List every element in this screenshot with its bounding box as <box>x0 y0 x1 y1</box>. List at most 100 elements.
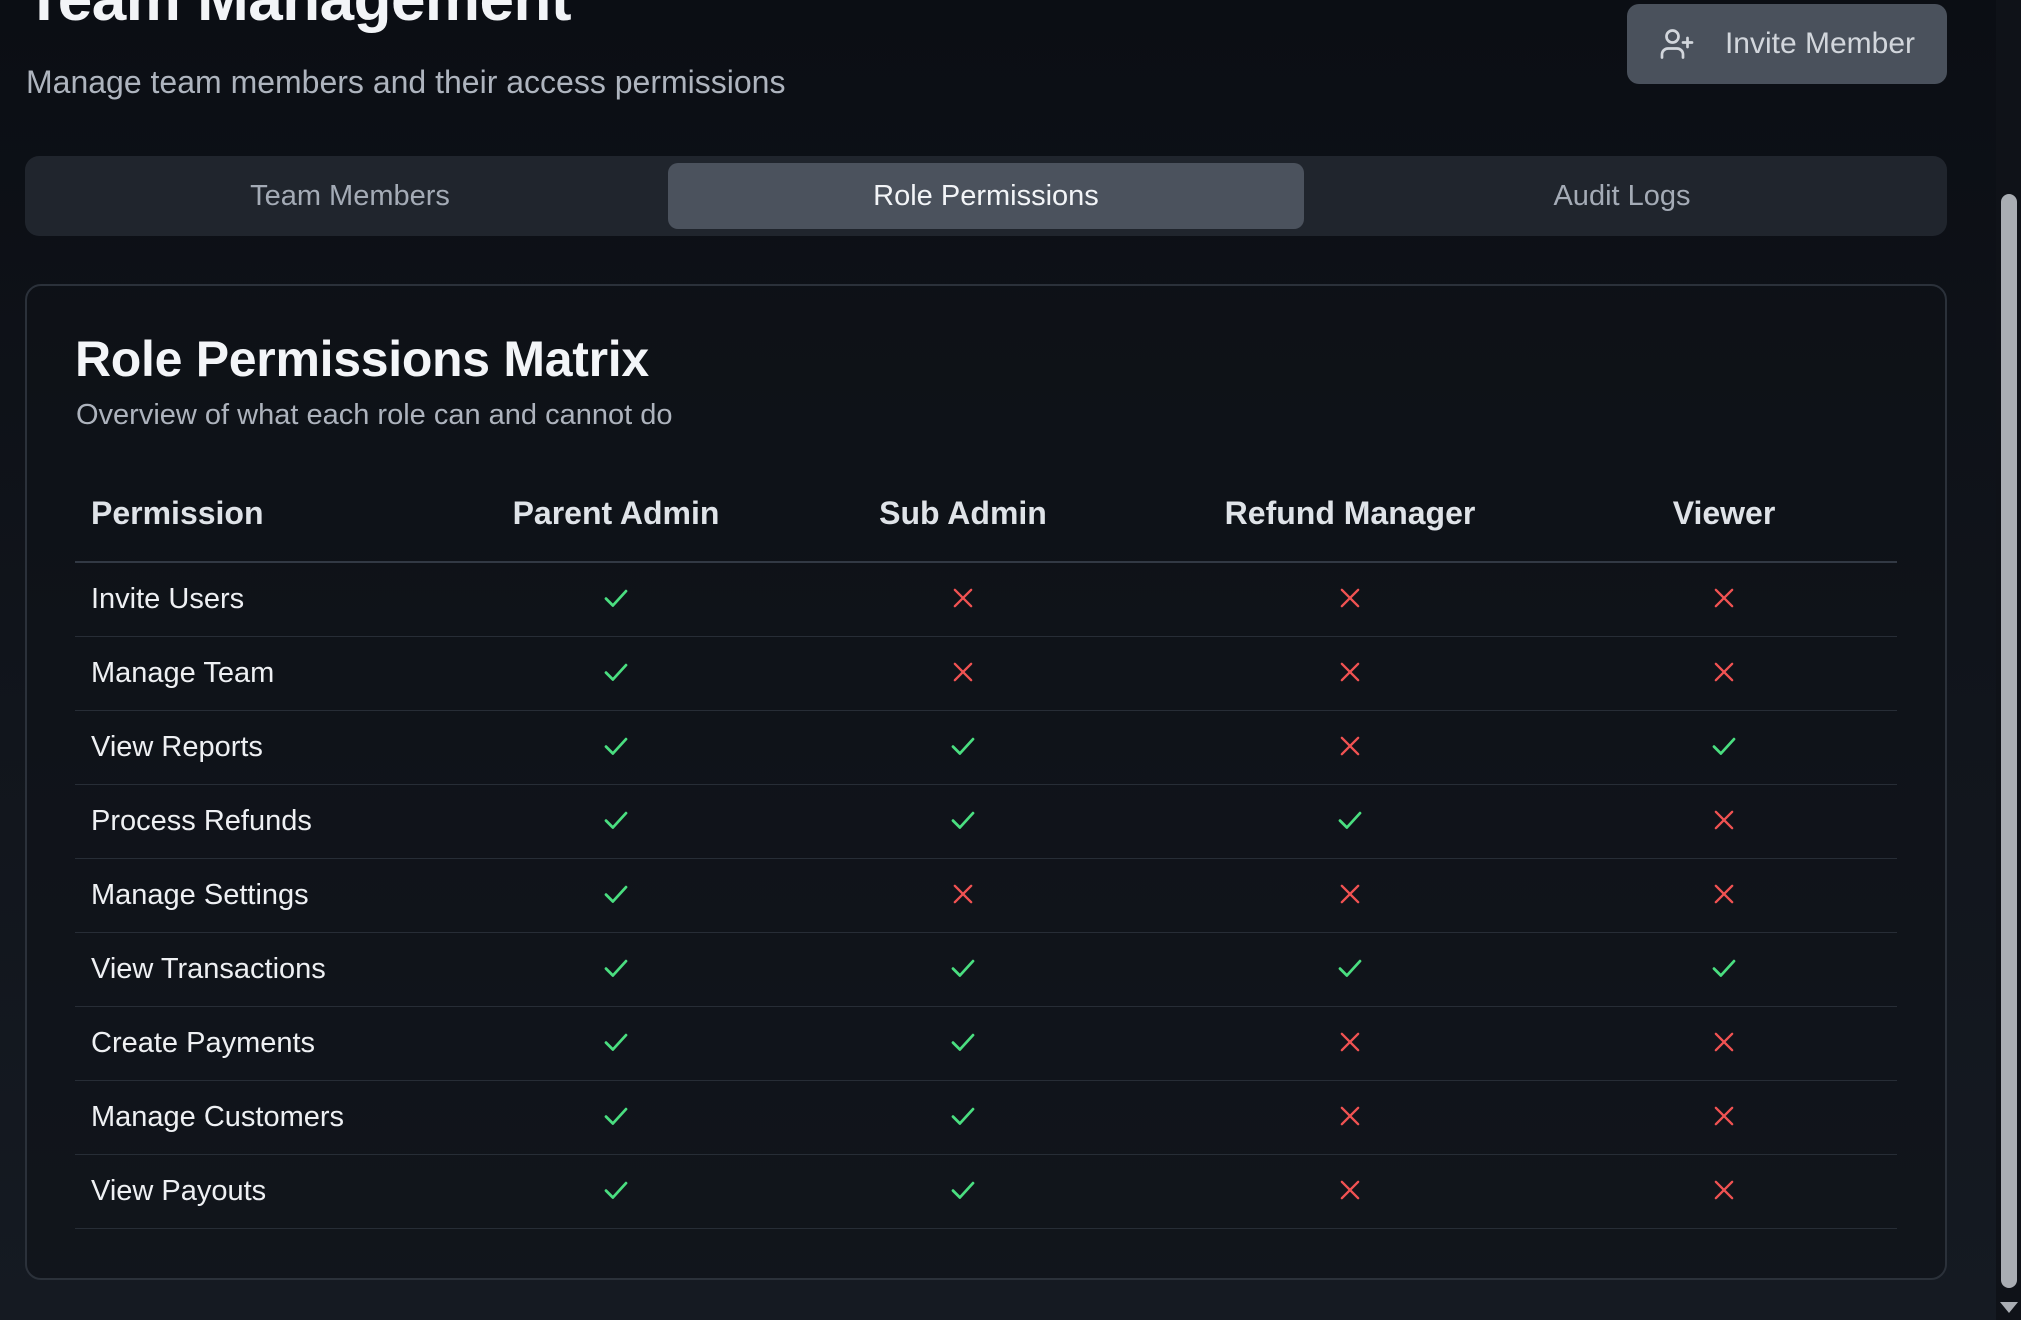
permission-cell <box>455 1006 777 1081</box>
table-row: View Reports <box>75 710 1897 785</box>
scroll-down-arrow-icon[interactable] <box>2000 1302 2018 1313</box>
tab-team-members[interactable]: Team Members <box>32 163 668 229</box>
check-icon <box>1704 726 1744 766</box>
check-icon <box>596 800 636 840</box>
column-header-permission: Permission <box>75 466 455 563</box>
permissions-card: Role Permissions Matrix Overview of what… <box>25 284 1947 1280</box>
x-icon <box>1330 578 1370 618</box>
invite-member-button[interactable]: Invite Member <box>1627 4 1947 84</box>
permission-cell <box>777 1006 1149 1081</box>
table-row: View Payouts <box>75 1154 1897 1229</box>
permission-cell <box>1551 1154 1897 1229</box>
tab-audit-logs[interactable]: Audit Logs <box>1304 163 1940 229</box>
x-icon <box>943 578 983 618</box>
x-icon <box>1704 1022 1744 1062</box>
permission-cell <box>1551 784 1897 859</box>
permission-cell <box>1149 636 1551 711</box>
column-header-parent-admin: Parent Admin <box>455 466 777 563</box>
permission-cell <box>455 1080 777 1155</box>
column-header-viewer: Viewer <box>1551 466 1897 563</box>
permission-cell <box>777 1154 1149 1229</box>
x-icon <box>1330 874 1370 914</box>
check-icon <box>943 1170 983 1210</box>
table-row: Manage Customers <box>75 1080 1897 1155</box>
table-row: Create Payments <box>75 1006 1897 1081</box>
permission-cell <box>1551 1006 1897 1081</box>
check-icon <box>596 726 636 766</box>
invite-member-label: Invite Member <box>1724 27 1916 60</box>
permission-name: Manage Settings <box>75 858 455 933</box>
permission-cell <box>777 710 1149 785</box>
x-icon <box>943 652 983 692</box>
scrollbar-thumb[interactable] <box>2001 194 2017 1288</box>
x-icon <box>1704 578 1744 618</box>
permission-cell <box>1149 1080 1551 1155</box>
permission-cell <box>1149 710 1551 785</box>
permission-cell <box>1551 858 1897 933</box>
permission-cell <box>777 858 1149 933</box>
permission-cell <box>1149 562 1551 637</box>
check-icon <box>596 948 636 988</box>
permission-cell <box>455 784 777 859</box>
permission-cell <box>1149 784 1551 859</box>
check-icon <box>596 1022 636 1062</box>
check-icon <box>596 874 636 914</box>
check-icon <box>596 652 636 692</box>
permission-cell <box>777 562 1149 637</box>
permission-cell <box>455 710 777 785</box>
table-body: Invite Users Manage Team View Reports Proce… <box>75 562 1897 1229</box>
permission-cell <box>455 1154 777 1229</box>
x-icon <box>1330 1022 1370 1062</box>
permission-cell <box>1551 636 1897 711</box>
column-header-refund-manager: Refund Manager <box>1149 466 1551 563</box>
check-icon <box>1330 948 1370 988</box>
permission-name: Process Refunds <box>75 784 455 859</box>
card-subtitle: Overview of what each role can and canno… <box>76 399 673 431</box>
permission-cell <box>455 636 777 711</box>
permission-cell <box>1551 1080 1897 1155</box>
x-icon <box>1330 726 1370 766</box>
permission-cell <box>777 784 1149 859</box>
x-icon <box>1704 652 1744 692</box>
permission-name: Create Payments <box>75 1006 455 1081</box>
table-row: Invite Users <box>75 562 1897 637</box>
permission-name: View Payouts <box>75 1154 455 1229</box>
permission-cell <box>1551 710 1897 785</box>
check-icon <box>1330 800 1370 840</box>
permission-cell <box>1551 562 1897 637</box>
table-row: Manage Team <box>75 636 1897 711</box>
column-header-sub-admin: Sub Admin <box>777 466 1149 563</box>
tab-role-permissions[interactable]: Role Permissions <box>668 163 1304 229</box>
permission-cell <box>1149 858 1551 933</box>
x-icon <box>1330 652 1370 692</box>
permission-cell <box>455 562 777 637</box>
page: Team Management Manage team members and … <box>0 0 2021 1320</box>
permission-name: View Transactions <box>75 932 455 1007</box>
table-row: View Transactions <box>75 932 1897 1007</box>
x-icon <box>1330 1170 1370 1210</box>
table-row: Manage Settings <box>75 858 1897 933</box>
permission-cell <box>455 858 777 933</box>
check-icon <box>943 726 983 766</box>
x-icon <box>1704 874 1744 914</box>
permission-cell <box>1551 932 1897 1007</box>
card-title: Role Permissions Matrix <box>75 331 649 387</box>
check-icon <box>1704 948 1744 988</box>
permission-name: Invite Users <box>75 562 455 637</box>
permission-cell <box>777 636 1149 711</box>
x-icon <box>1704 800 1744 840</box>
x-icon <box>1704 1170 1744 1210</box>
permission-cell <box>777 1080 1149 1155</box>
table-header-row: Permission Parent Admin Sub Admin Refund… <box>75 466 1897 563</box>
permission-cell <box>777 932 1149 1007</box>
tab-bar: Team Members Role Permissions Audit Logs <box>25 156 1947 236</box>
permission-name: Manage Customers <box>75 1080 455 1155</box>
check-icon <box>943 800 983 840</box>
permission-cell <box>1149 1006 1551 1081</box>
permission-cell <box>455 932 777 1007</box>
x-icon <box>943 874 983 914</box>
check-icon <box>943 1022 983 1062</box>
check-icon <box>596 1096 636 1136</box>
page-title: Team Management <box>25 0 572 35</box>
permission-name: View Reports <box>75 710 455 785</box>
